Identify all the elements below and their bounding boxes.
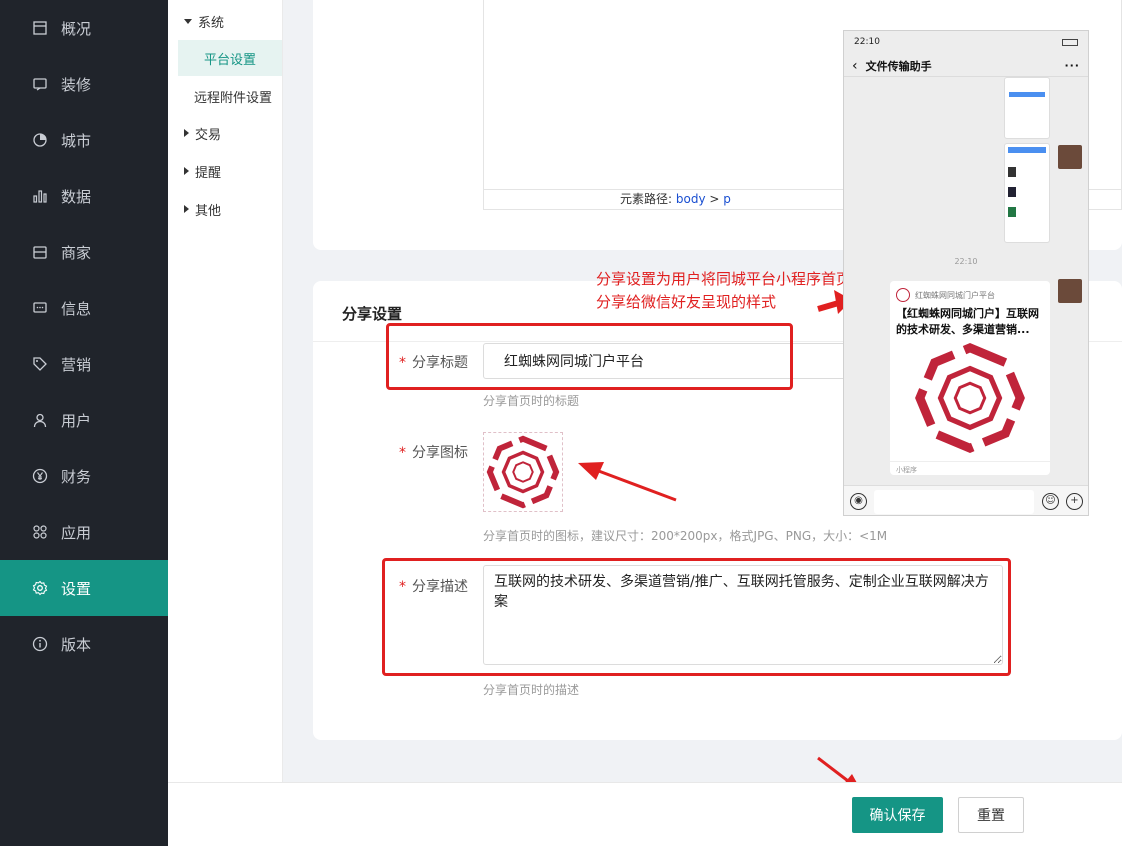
wechat-share-preview: 22:10 ‹ 文件传输助手 ··· 22:10 红蜘蛛网同城门户平台 【红蜘蛛… (843, 30, 1089, 516)
form-action-bar: 确认保存 重置 (168, 782, 1122, 846)
sidebar-item-decorate[interactable]: 装修 (0, 56, 168, 112)
tag-icon (32, 356, 48, 372)
sidebar-item-label: 数据 (61, 187, 92, 206)
city-icon (32, 132, 48, 148)
sidebar-item-label: 营销 (61, 355, 92, 374)
highlight-box-title (386, 323, 793, 390)
highlight-box-desc (382, 558, 1011, 676)
user-icon (32, 412, 48, 428)
subnav-item-platform[interactable]: 平台设置 (178, 40, 282, 76)
card-logo-icon (896, 288, 910, 302)
required-mark: * (399, 445, 406, 461)
subnav-group-label: 其他 (195, 203, 222, 219)
sidebar-item-overview[interactable]: 概况 (0, 0, 168, 56)
subnav-group-remind[interactable]: 提醒 (168, 152, 282, 190)
sidebar-item-finance[interactable]: 财务 (0, 448, 168, 504)
reset-button[interactable]: 重置 (958, 797, 1024, 833)
sidebar-item-label: 商家 (61, 243, 92, 262)
sidebar-item-label: 应用 (61, 523, 92, 542)
back-arrow-icon[interactable]: ‹ (852, 58, 858, 74)
caret-down-icon (184, 18, 192, 24)
share-logo-image (486, 435, 560, 509)
sidebar-item-settings[interactable]: 设置 (0, 560, 168, 616)
caret-right-icon (184, 167, 189, 175)
sidebar-item-label: 财务 (61, 467, 92, 486)
subnav-group-trade[interactable]: 交易 (168, 114, 282, 152)
sidebar-item-message[interactable]: 信息 (0, 280, 168, 336)
share-icon-label-text: 分享图标 (412, 445, 468, 461)
card-source-name: 红蜘蛛网同城门户平台 (915, 290, 995, 300)
card-title: 【红蜘蛛网同城门户】互联网的技术研发、多渠道营销... (896, 307, 1039, 336)
chart-icon (32, 188, 48, 204)
sidebar-item-label: 城市 (61, 131, 92, 150)
main-sidebar: 概况 装修 城市 数据 商家 信息 营销 用户 财务 应用 设置 版本 (0, 0, 168, 846)
sidebar-item-store[interactable]: 商家 (0, 224, 168, 280)
subnav-group-other[interactable]: 其他 (168, 190, 282, 228)
subnav-group-system[interactable]: 系统 (168, 2, 282, 40)
more-icon[interactable]: ··· (1064, 59, 1080, 72)
voice-icon[interactable]: ◉ (850, 493, 867, 510)
card-source: 红蜘蛛网同城门户平台 (890, 281, 1050, 302)
share-icon-help: 分享首页时的图标，建议尺寸：200*200px，格式JPG、PNG，大小：<1M (483, 529, 888, 543)
dashboard-icon (32, 20, 48, 36)
store-icon (32, 244, 48, 260)
share-icon-label: * 分享图标 (399, 442, 468, 462)
sidebar-item-label: 用户 (61, 411, 92, 430)
emoji-icon[interactable]: ☺ (1042, 493, 1059, 510)
caret-right-icon (184, 129, 189, 137)
path-body-link[interactable]: body (676, 192, 706, 206)
decorate-icon (32, 76, 48, 92)
chat-input[interactable] (874, 490, 1034, 514)
sidebar-item-user[interactable]: 用户 (0, 392, 168, 448)
apps-icon (32, 524, 48, 540)
phone-status-bar: 22:10 (844, 31, 1088, 55)
sidebar-item-label: 设置 (61, 579, 92, 598)
avatar (1058, 145, 1082, 169)
card-footer: 小程序 (890, 461, 1050, 475)
plus-icon[interactable]: + (1066, 493, 1083, 510)
card-logo-image (915, 343, 1025, 453)
path-separator: > (709, 192, 720, 206)
subnav-group-label: 提醒 (195, 165, 222, 181)
sidebar-item-apps[interactable]: 应用 (0, 504, 168, 560)
gear-icon (32, 580, 48, 596)
section-title: 分享设置 (342, 305, 403, 323)
sidebar-item-version[interactable]: 版本 (0, 616, 168, 672)
sidebar-item-label: 装修 (61, 75, 92, 94)
chat-input-bar: ◉ ☺ + (844, 485, 1088, 515)
caret-right-icon (184, 205, 189, 213)
share-icon-upload[interactable] (483, 432, 563, 512)
chat-header: ‹ 文件传输助手 ··· (844, 55, 1088, 77)
battery-icon (1062, 39, 1078, 46)
message-icon (32, 300, 48, 316)
chat-title: 文件传输助手 (865, 59, 932, 73)
avatar (1058, 279, 1082, 303)
phone-time: 22:10 (854, 37, 880, 47)
sidebar-item-label: 信息 (61, 299, 92, 318)
sidebar-item-data[interactable]: 数据 (0, 168, 168, 224)
share-title-help: 分享首页时的标题 (483, 394, 580, 408)
settings-subnav: 系统 平台设置 远程附件设置 交易 提醒 其他 (168, 0, 283, 846)
sidebar-item-marketing[interactable]: 营销 (0, 336, 168, 392)
subnav-group-label: 交易 (195, 127, 222, 143)
chat-screenshot-thumb-1 (1004, 77, 1050, 139)
subnav-item-remote[interactable]: 远程附件设置 (178, 78, 282, 114)
share-desc-help: 分享首页时的描述 (483, 683, 580, 697)
yen-icon (32, 468, 48, 484)
sidebar-item-label: 概况 (61, 19, 92, 38)
mini-program-share-card[interactable]: 红蜘蛛网同城门户平台 【红蜘蛛网同城门户】互联网的技术研发、多渠道营销... 小… (890, 281, 1050, 475)
annotation-line-2: 分享给微信好友呈现的样式 (596, 293, 777, 311)
sidebar-item-label: 版本 (61, 635, 92, 654)
sidebar-item-city[interactable]: 城市 (0, 112, 168, 168)
chat-screenshot-thumb-2 (1004, 143, 1050, 243)
annotation-text: 分享设置为用户将同城平台小程序首页 分享给微信好友呈现的样式 (596, 268, 851, 314)
annotation-line-1: 分享设置为用户将同城平台小程序首页 (596, 270, 852, 288)
info-icon (32, 636, 48, 652)
save-button[interactable]: 确认保存 (852, 797, 943, 833)
message-time: 22:10 (954, 257, 978, 266)
path-p-link[interactable]: p (723, 192, 731, 206)
path-label: 元素路径: (620, 192, 673, 206)
subnav-group-label: 系统 (198, 15, 225, 31)
